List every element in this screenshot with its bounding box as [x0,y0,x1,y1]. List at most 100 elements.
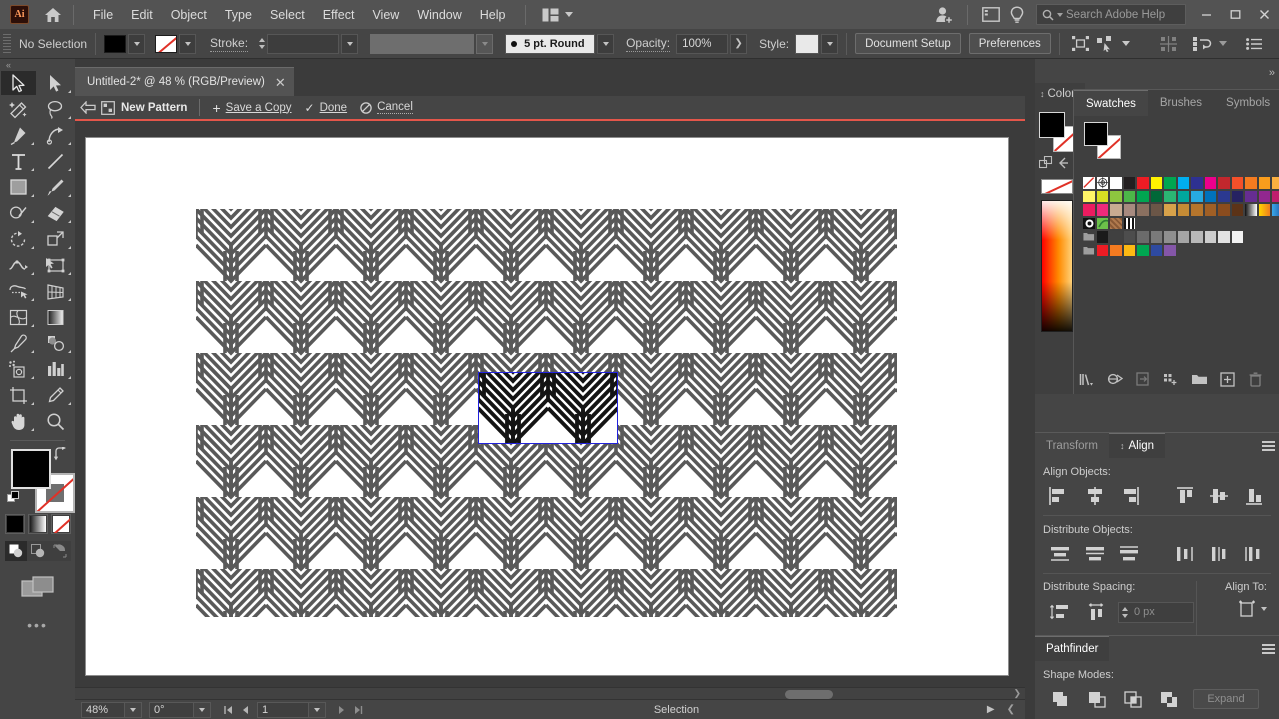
swatch-gradient-blue[interactable] [1271,203,1279,217]
swatch-2b3990[interactable] [1217,190,1231,204]
perspective-grid-tool[interactable] [38,279,73,303]
align-horizontal-center-icon[interactable] [1077,483,1111,509]
color-arrow-icon[interactable] [1057,157,1069,169]
distribute-icon[interactable] [1189,31,1215,57]
fill-dropdown[interactable] [128,34,145,54]
column-graph-tool[interactable] [38,357,73,381]
stroke-weight-dropdown[interactable] [341,34,358,54]
tab-symbols[interactable]: Symbols [1214,90,1279,116]
direct-selection-tool[interactable] [38,71,73,95]
swatch-00a651[interactable] [1136,244,1150,258]
status-play-icon[interactable]: ▶ [987,704,995,715]
swatch-8a4c1e[interactable] [1217,203,1231,217]
swatch-2e3192[interactable] [1190,176,1204,190]
width-tool[interactable] [1,253,36,277]
swatch-bf1e6d[interactable] [1271,190,1279,204]
toolbar-collapse-icon[interactable]: « [0,59,75,70]
next-artboard-icon[interactable] [332,702,349,718]
scrollbar-thumb[interactable] [785,690,833,699]
artboard-dropdown[interactable] [309,702,326,718]
close-button[interactable] [1250,0,1279,29]
swatch-folder-grays[interactable] [1082,230,1096,244]
menu-window[interactable]: Window [408,4,470,26]
align-top-icon[interactable] [1168,483,1202,509]
menu-view[interactable]: View [363,4,408,26]
rectangle-tool[interactable] [1,175,36,199]
distribute-vertical-center-icon[interactable] [1077,541,1111,567]
swatch-fff568[interactable] [1082,190,1096,204]
swatch-00aeef[interactable] [1177,176,1191,190]
swatch-gradient-bw[interactable] [1244,203,1258,217]
menu-effect[interactable]: Effect [314,4,364,26]
paintbrush-tool[interactable] [38,175,73,199]
swatch-f47b20[interactable] [1244,176,1258,190]
tab-transform[interactable]: Transform [1035,433,1109,458]
stroke-weight-input[interactable] [267,34,339,54]
distribute-horizontal-right-icon[interactable] [1237,541,1271,567]
tab-brushes[interactable]: Brushes [1148,90,1214,116]
free-transform-tool[interactable] [38,253,73,277]
panel-menu-icon[interactable] [1257,433,1279,459]
zoom-level-input[interactable]: 48% [81,702,125,718]
swatch-006838[interactable] [1150,190,1164,204]
shaper-tool[interactable] [1,201,36,225]
swatch-fff200[interactable] [1150,176,1164,190]
screen-mode-button[interactable] [0,575,75,599]
stroke-profile-dropdown[interactable] [476,34,493,54]
chevron-down-icon[interactable] [1219,41,1227,46]
delete-swatch-icon[interactable] [1246,370,1264,388]
close-icon[interactable]: ✕ [275,76,286,89]
save-a-copy-button[interactable]: + Save a Copy [212,101,291,115]
selection-tool[interactable] [1,71,36,95]
slice-tool[interactable] [38,383,73,407]
swatch-pattern-texture[interactable] [1109,217,1123,231]
stroke-dropdown[interactable] [179,34,196,54]
menu-type[interactable]: Type [216,4,261,26]
swatch-c1272d[interactable] [1217,176,1231,190]
distribute-horizontal-left-icon[interactable] [1168,541,1202,567]
intersect-icon[interactable] [1115,686,1151,712]
account-add-icon[interactable] [931,2,957,28]
color-swap-icon[interactable] [1039,156,1053,170]
stroke-weight-stepper[interactable] [256,34,267,54]
arrange-documents-icon[interactable] [536,6,579,24]
pattern-tile-selection-bounds[interactable] [478,372,618,444]
home-icon[interactable] [43,5,63,25]
spacing-input[interactable]: 0 px [1118,602,1194,623]
swatch-5c3317[interactable] [1231,203,1245,217]
preferences-button[interactable]: Preferences [969,33,1051,54]
new-color-group-icon[interactable] [1162,370,1180,388]
swatch-8456a8[interactable] [1163,244,1177,258]
swatch-00a79d[interactable] [1177,190,1191,204]
swatch-404040[interactable] [1109,230,1123,244]
distribute-vertical-top-icon[interactable] [1043,541,1077,567]
toolbar-fill-swatch[interactable] [11,449,51,489]
new-swatch-folder-icon[interactable] [1190,370,1208,388]
document-setup-button[interactable]: Document Setup [855,33,961,54]
align-bottom-icon[interactable] [1237,483,1271,509]
symbol-sprayer-tool[interactable] [1,357,36,381]
swatch-f47b20[interactable] [1109,244,1123,258]
swatch-cdcdcd[interactable] [1204,230,1218,244]
swatch-27aae1[interactable] [1190,190,1204,204]
swatch-6b5647[interactable] [1150,203,1164,217]
opacity-label[interactable]: Opacity: [626,36,670,52]
prev-artboard-icon[interactable] [236,702,253,718]
graphic-style-swatch[interactable] [795,34,819,54]
lightbulb-tips-icon[interactable] [1004,2,1030,28]
swatch-d8a24a[interactable] [1163,203,1177,217]
last-artboard-icon[interactable] [349,702,366,718]
new-swatch-icon[interactable] [1218,370,1236,388]
mesh-tool[interactable] [1,305,36,329]
spacing-stepper[interactable] [1119,602,1130,622]
canvas-area[interactable] [75,121,1025,699]
opacity-input[interactable]: 100% [676,34,728,54]
swatch-8f8f8f[interactable] [1163,230,1177,244]
stroke-label[interactable]: Stroke: [210,36,248,52]
swatch-c58b35[interactable] [1177,203,1191,217]
status-collapse-icon[interactable]: ❮ [1007,704,1015,715]
pen-tool[interactable] [1,123,36,147]
swatch-ffffff[interactable] [1109,176,1123,190]
swatch-a78a7f[interactable] [1123,203,1137,217]
swatch-ec008c[interactable] [1204,176,1218,190]
